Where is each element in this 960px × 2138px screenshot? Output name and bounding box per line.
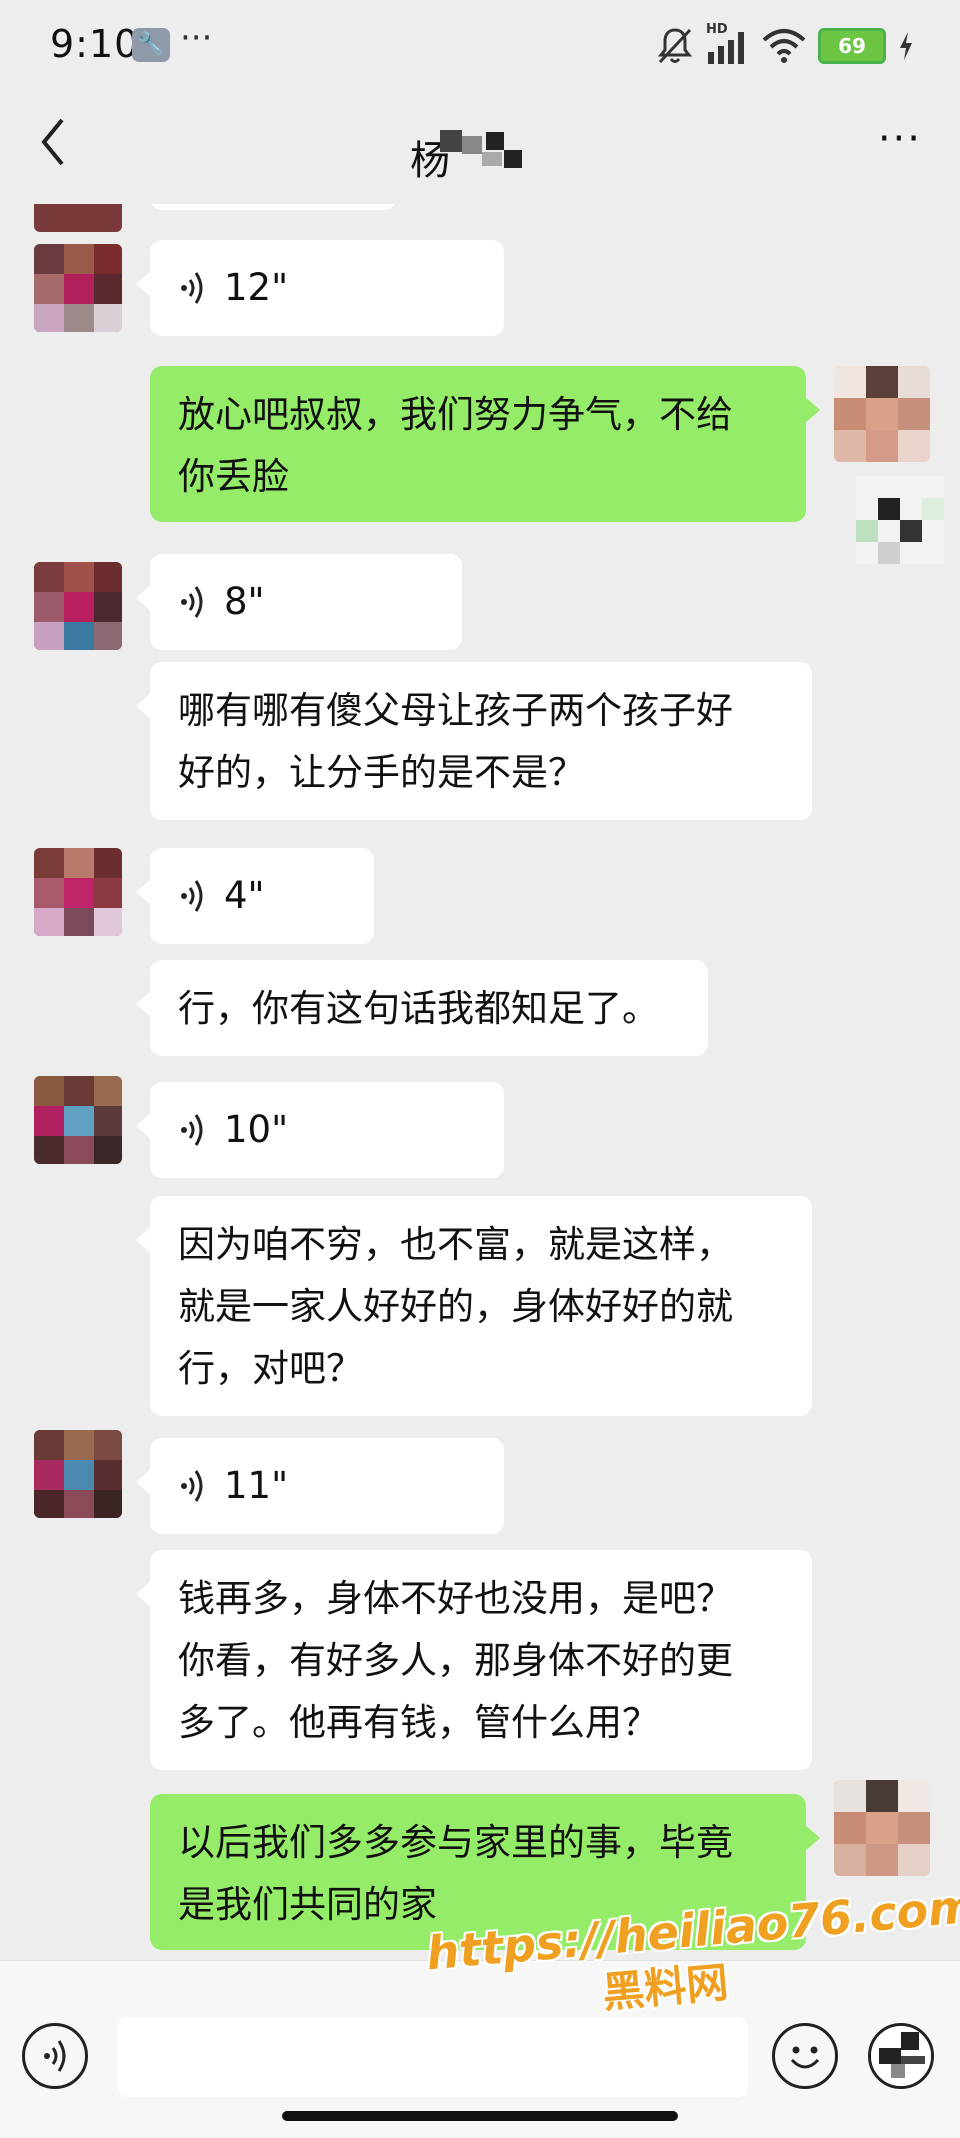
voice-message[interactable]: 12" — [136, 240, 504, 336]
message-line: 好的，让分手的是不是？ — [178, 751, 585, 794]
voice-wave-icon — [181, 1114, 203, 1146]
status-icons: HD 69 — [656, 22, 914, 68]
avatar-partial — [34, 204, 122, 232]
pixelated-sticker — [856, 476, 944, 564]
back-arrow-icon[interactable] — [38, 116, 68, 168]
voice-message[interactable]: 4" — [136, 848, 374, 944]
avatar-self[interactable] — [834, 366, 930, 462]
home-indicator — [282, 2111, 678, 2121]
message-line: 多了。他再有钱，管什么用？ — [178, 1701, 659, 1744]
message-line: 就是一家人好好的，身体好好的就 — [178, 1285, 733, 1328]
emoji-button[interactable] — [772, 2023, 838, 2089]
chat-area[interactable]: 12" 放心吧叔叔，我们努力争气，不给 你丢脸 8" 哪有哪有傻父母让孩子两个孩… — [0, 204, 960, 1960]
battery-icon: 69 — [818, 28, 886, 64]
voice-wave-icon — [44, 2040, 66, 2072]
avatar-contact[interactable] — [34, 1430, 122, 1518]
voice-duration: 11" — [224, 1464, 289, 1507]
avatar-contact[interactable] — [34, 848, 122, 936]
message-bubble-incoming[interactable]: 钱再多，身体不好也没用，是吧？ 你看，有好多人，那身体不好的更 多了。他再有钱，… — [136, 1550, 812, 1770]
avatar-contact[interactable] — [34, 244, 122, 332]
voice-message[interactable]: 8" — [136, 554, 462, 650]
message-line: 放心吧叔叔，我们努力争气，不给 — [178, 393, 733, 436]
message-line: 你看，有好多人，那身体不好的更 — [178, 1639, 733, 1682]
avatar-self[interactable] — [834, 1780, 930, 1876]
voice-wave-icon — [181, 1470, 203, 1502]
status-bar: 9:10 🔧 ··· HD 69 — [0, 0, 960, 92]
message-line: 因为咱不穷，也不富，就是这样， — [178, 1223, 733, 1266]
voice-duration: 4" — [224, 874, 265, 917]
more-functions-button[interactable] — [868, 2023, 934, 2089]
bell-muted-icon — [657, 28, 693, 64]
voice-input-button[interactable] — [22, 2023, 88, 2089]
message-bubble-incoming[interactable]: 行，你有这句话我都知足了。 — [136, 960, 708, 1056]
message-line: 以后我们多多参与家里的事，毕竟 — [178, 1821, 733, 1864]
status-more-icon: ··· — [180, 18, 213, 58]
voice-message[interactable]: 10" — [136, 1082, 504, 1178]
voice-wave-icon — [181, 272, 203, 304]
voice-wave-icon — [181, 586, 203, 618]
message-line: 行，对吧？ — [178, 1347, 363, 1390]
voice-duration: 12" — [224, 266, 289, 309]
smiley-icon — [790, 2046, 820, 2069]
avatar-contact[interactable] — [34, 562, 122, 650]
voice-duration: 10" — [224, 1108, 289, 1151]
voice-duration: 8" — [224, 580, 265, 623]
wifi-icon — [762, 29, 806, 63]
voice-message[interactable]: 11" — [136, 1438, 504, 1534]
message-bubble-incoming[interactable]: 哪有哪有傻父母让孩子两个孩子好 好的，让分手的是不是？ — [136, 662, 812, 820]
status-time: 9:10 — [50, 22, 140, 66]
message-bubble-incoming[interactable]: 因为咱不穷，也不富，就是这样， 就是一家人好好的，身体好好的就 行，对吧？ — [136, 1196, 812, 1416]
message-bubble-partial[interactable] — [150, 204, 396, 210]
wrench-icon: 🔧 — [132, 28, 170, 62]
chat-header: 杨 ··· — [0, 92, 960, 204]
voice-wave-icon — [181, 880, 203, 912]
signal-icon: HD — [706, 22, 750, 66]
pixelated-plus-icon — [871, 2026, 931, 2086]
charging-icon — [900, 32, 912, 60]
title-pixelated — [440, 130, 522, 168]
message-line: 你丢脸 — [178, 455, 289, 498]
message-line: 钱再多，身体不好也没用，是吧？ — [178, 1577, 733, 1620]
more-options-icon[interactable]: ··· — [878, 116, 922, 162]
message-bubble-outgoing[interactable]: 放心吧叔叔，我们努力争气，不给 你丢脸 — [150, 366, 820, 522]
message-line: 行，你有这句话我都知足了。 — [178, 987, 659, 1030]
message-line: 哪有哪有傻父母让孩子两个孩子好 — [178, 689, 733, 732]
avatar-contact[interactable] — [34, 1076, 122, 1164]
